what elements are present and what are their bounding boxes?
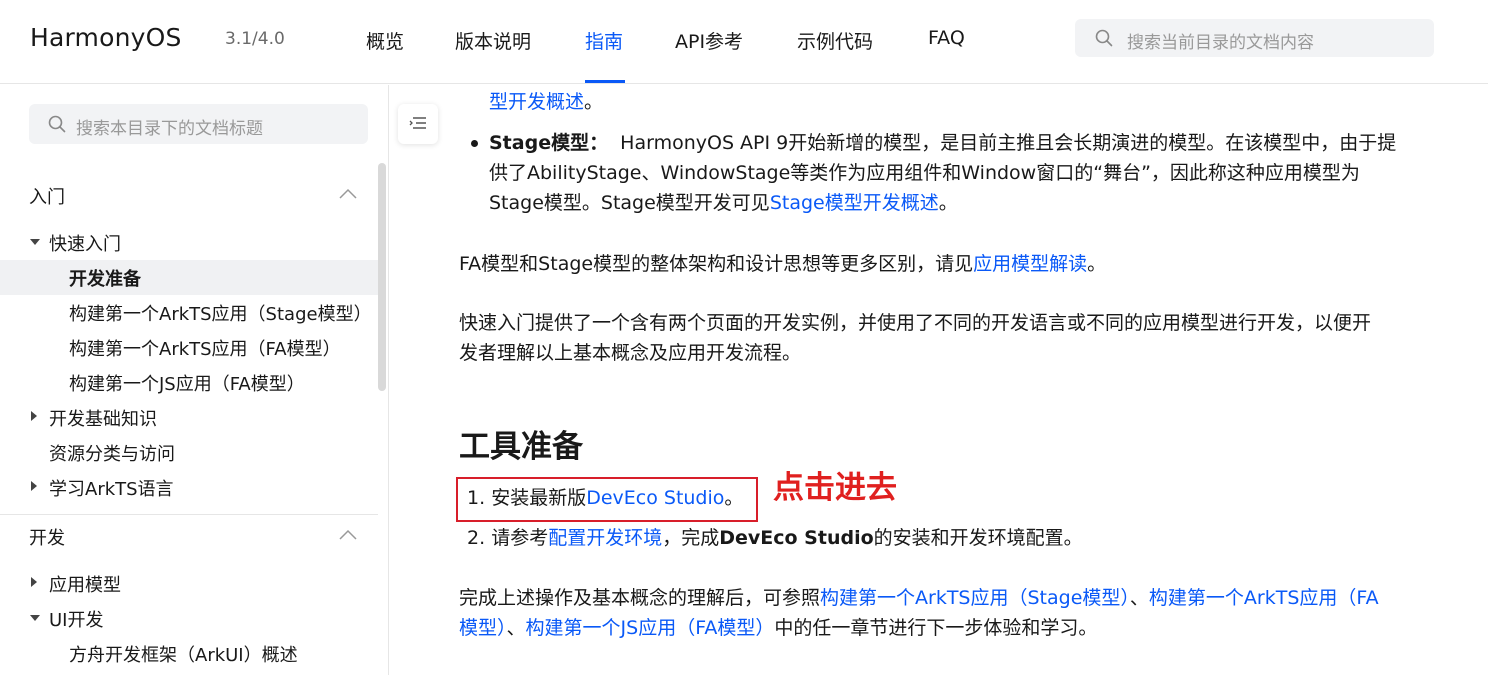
sidebar-item-learn-arkts[interactable]: 学习ArkTS语言 <box>49 475 174 501</box>
stage-model-label: Stage模型： <box>489 132 609 154</box>
chevron-up-icon[interactable] <box>338 529 358 541</box>
sidebar-item-arkui-overview[interactable]: 方舟开发框架（ArkUI）概述 <box>69 641 298 667</box>
stage-model-paragraph: Stage模型： HarmonyOS API 9开始新增的模型，是目前主推且会长… <box>489 132 1397 214</box>
sidebar-item-js-fa[interactable]: 构建第一个JS应用（FA模型） <box>69 370 305 396</box>
caret-right-icon[interactable] <box>31 481 37 491</box>
sidebar: 搜索本目录下的文档标题 入门 快速入门 开发准备 构建第一个ArkTS应用（St… <box>0 85 389 675</box>
search-placeholder: 搜索当前目录的文档内容 <box>1127 33 1314 53</box>
sidebar-item-app-model[interactable]: 应用模型 <box>49 571 121 597</box>
sidebar-search-placeholder: 搜索本目录下的文档标题 <box>76 119 263 139</box>
sidebar-item-arkts-stage[interactable]: 构建第一个ArkTS应用（Stage模型） <box>69 300 372 326</box>
app-model-interpretation-link[interactable]: 应用模型解读 <box>973 253 1087 275</box>
section-getting-started[interactable]: 入门 <box>29 183 65 209</box>
version-selector[interactable]: 3.1/4.0 <box>225 29 285 49</box>
arkts-fa-link-cont[interactable]: 模型） <box>459 617 507 639</box>
chevron-up-icon[interactable] <box>338 188 358 200</box>
section-divider <box>0 514 378 515</box>
sidebar-item-arkts-fa[interactable]: 构建第一个ArkTS应用（FA模型） <box>69 335 341 361</box>
section-development[interactable]: 开发 <box>29 524 65 550</box>
nav-api-reference[interactable]: API参考 <box>675 27 743 54</box>
nav-overview[interactable]: 概览 <box>366 27 404 54</box>
sidebar-scrollbar[interactable] <box>378 163 386 391</box>
caret-right-icon[interactable] <box>31 577 37 587</box>
caret-down-icon[interactable] <box>30 239 40 245</box>
sidebar-item-dev-prep[interactable]: 开发准备 <box>69 265 141 291</box>
tools-heading: 工具准备 <box>459 429 583 465</box>
list-bullet <box>471 140 478 147</box>
sidebar-item-dev-basics[interactable]: 开发基础知识 <box>49 405 157 431</box>
nav-active-indicator <box>585 80 625 83</box>
sidebar-search-input[interactable]: 搜索本目录下的文档标题 <box>29 104 368 144</box>
js-fa-link[interactable]: 构建第一个JS应用（FA模型） <box>526 617 775 639</box>
step-2: 2. 请参考配置开发环境，完成DevEco Studio的安装和开发环境配置。 <box>467 527 1083 549</box>
nav-guide[interactable]: 指南 <box>585 27 623 54</box>
caret-down-icon[interactable] <box>30 615 40 621</box>
doc-search-input[interactable]: 搜索当前目录的文档内容 <box>1075 19 1434 57</box>
sidebar-item-quick-start[interactable]: 快速入门 <box>49 230 121 256</box>
fa-model-line-end: 型开发概述。 <box>489 91 604 113</box>
quick-start-paragraph: 快速入门提供了一个含有两个页面的开发实例，并使用了不同的开发语言或不同的应用模型… <box>459 312 1372 364</box>
sidebar-item-ui-dev[interactable]: UI开发 <box>49 606 103 632</box>
toc-toggle-button[interactable] <box>398 104 438 144</box>
sidebar-active-highlight <box>0 260 378 295</box>
stage-model-overview-link[interactable]: Stage模型开发概述 <box>770 192 939 214</box>
nav-faq[interactable]: FAQ <box>928 27 965 49</box>
annotation-highlight-box <box>456 477 758 522</box>
fa-model-overview-link[interactable]: 型开发概述 <box>489 91 584 113</box>
search-icon <box>48 115 66 133</box>
outline-list-icon <box>409 117 426 129</box>
fa-stage-diff-paragraph: FA模型和Stage模型的整体架构和设计思想等更多区别，请见应用模型解读。 <box>459 253 1107 275</box>
sidebar-item-resources[interactable]: 资源分类与访问 <box>49 440 175 466</box>
caret-right-icon[interactable] <box>31 411 37 421</box>
annotation-label: 点击进去 <box>773 470 897 506</box>
nav-sample-code[interactable]: 示例代码 <box>797 27 873 54</box>
brand-logo[interactable]: HarmonyOS <box>30 23 182 52</box>
arkts-stage-link[interactable]: 构建第一个ArkTS应用（Stage模型） <box>820 587 1130 609</box>
arkts-fa-link[interactable]: 构建第一个ArkTS应用（FA <box>1149 587 1379 609</box>
nav-release-notes[interactable]: 版本说明 <box>455 27 531 54</box>
search-icon <box>1095 29 1113 47</box>
top-header: HarmonyOS 3.1/4.0 概览 版本说明 指南 API参考 示例代码 … <box>0 0 1488 84</box>
next-steps-paragraph: 完成上述操作及基本概念的理解后，可参照构建第一个ArkTS应用（Stage模型）… <box>459 587 1379 639</box>
config-env-link[interactable]: 配置开发环境 <box>548 527 662 549</box>
